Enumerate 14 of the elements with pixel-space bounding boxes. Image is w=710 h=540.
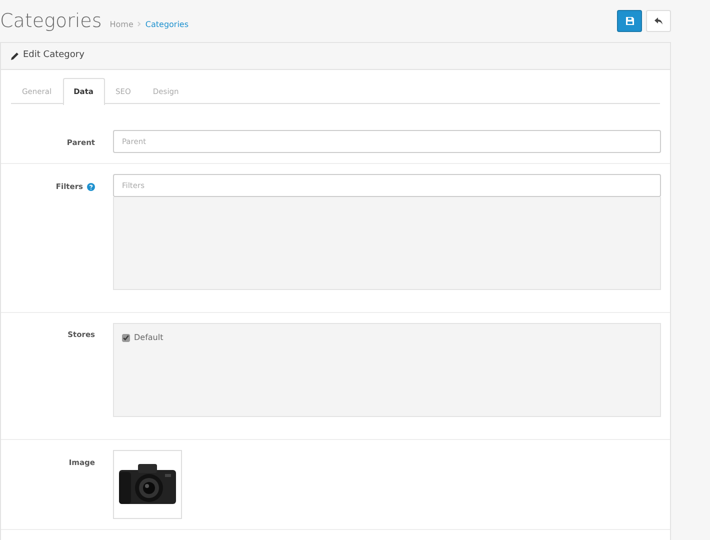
image-thumbnail[interactable]	[113, 450, 182, 519]
reply-icon	[654, 17, 663, 25]
checkbox-label: Default	[134, 332, 164, 344]
chevron-icon	[137, 21, 142, 28]
panel-title: Edit Category	[23, 49, 84, 62]
checkbox[interactable]	[122, 334, 130, 342]
page-title: Categories	[0, 12, 102, 30]
breadcrumb-link[interactable]: Home	[110, 18, 134, 30]
breadcrumb-link[interactable]: Categories	[145, 18, 189, 30]
save-button[interactable]	[617, 10, 642, 32]
pencil-icon	[11, 52, 19, 60]
back-button[interactable]	[646, 10, 671, 32]
help-icon[interactable]	[87, 182, 95, 191]
save-icon	[626, 17, 634, 25]
